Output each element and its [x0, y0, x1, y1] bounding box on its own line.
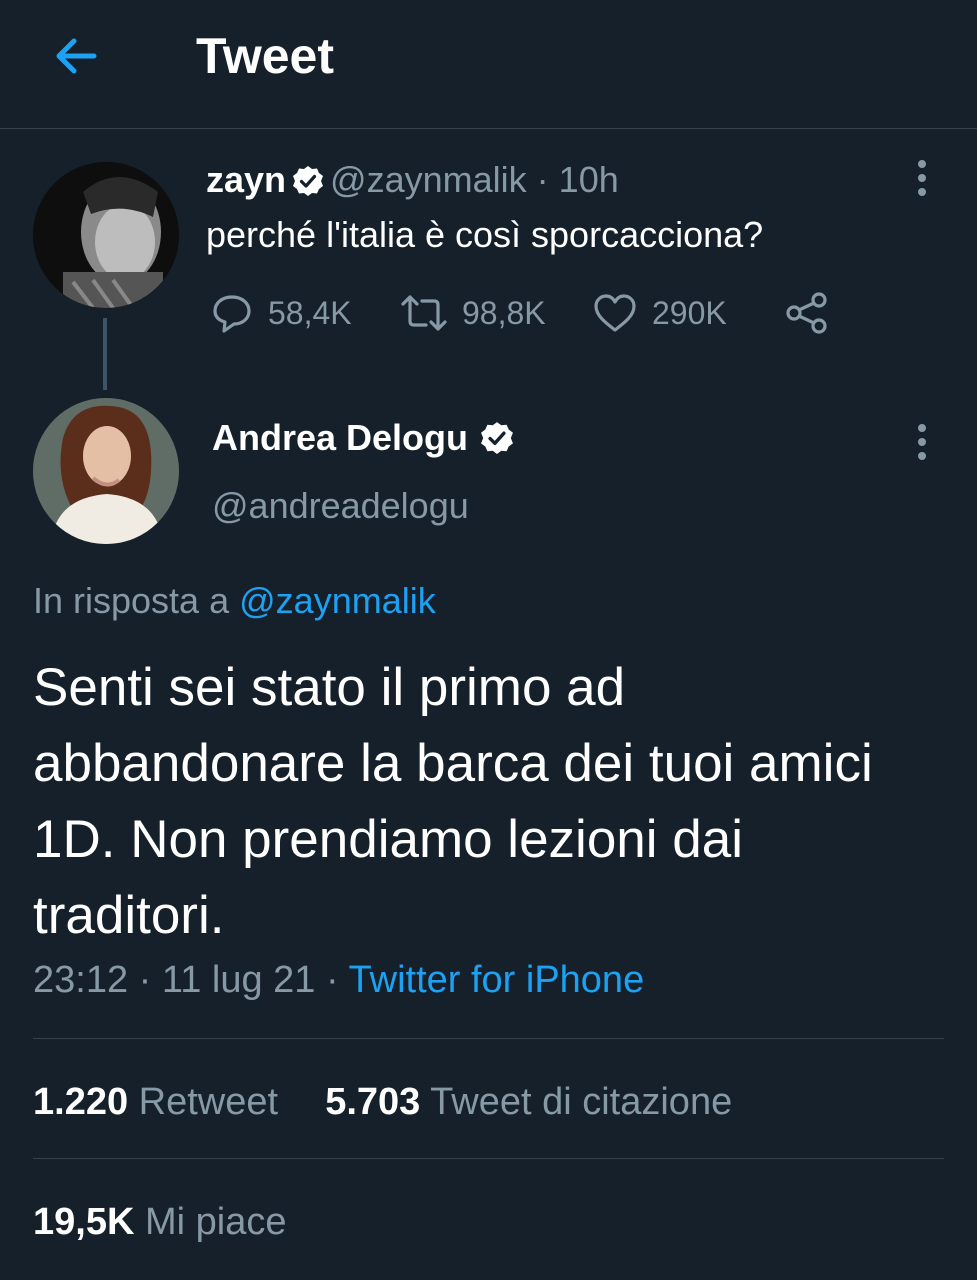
- retweet-count: 98,8K: [462, 294, 546, 331]
- engagement-stats: 1.220 Retweet 5.703 Tweet di citazione: [33, 1078, 732, 1126]
- back-button[interactable]: [50, 30, 102, 82]
- parent-tweet-header: zayn @zaynmalik · 10h: [206, 158, 619, 207]
- tweet-time: 23:12: [33, 959, 129, 1001]
- speech-bubble-icon: [213, 295, 251, 333]
- more-vertical-icon: [912, 160, 932, 196]
- zayn-avatar[interactable]: [33, 162, 179, 308]
- reply-prefix: In risposta a: [33, 580, 230, 621]
- top-bar: Tweet: [0, 0, 977, 129]
- parent-tweet-time: 10h: [558, 159, 619, 200]
- reply-button[interactable]: 58,4K: [210, 290, 352, 336]
- time-separator: ·: [536, 159, 549, 200]
- like-button[interactable]: 290K: [592, 290, 727, 336]
- avatar-photo: [33, 162, 179, 308]
- reply-context: In risposta a @zaynmalik: [33, 578, 436, 624]
- reply-to-handle-link[interactable]: @zaynmalik: [239, 580, 436, 621]
- main-tweet-text: Senti sei stato il primo ad abbandonare …: [33, 658, 873, 945]
- parent-author-handle[interactable]: @zaynmalik: [330, 159, 527, 200]
- like-total: 19,5K: [33, 1201, 135, 1243]
- like-count: 290K: [652, 294, 727, 331]
- likes-stat[interactable]: 19,5K Mi piace: [33, 1198, 286, 1246]
- page-title: Tweet: [196, 28, 334, 84]
- thread-connector: [103, 318, 107, 390]
- tweet-date: 11 lug 21: [161, 959, 316, 1001]
- share-button[interactable]: [784, 290, 830, 336]
- main-author-name[interactable]: Andrea Delogu: [212, 417, 468, 458]
- retweet-button[interactable]: 98,8K: [400, 290, 546, 336]
- divider: [33, 1158, 944, 1159]
- main-author-handle[interactable]: @andreadelogu: [212, 484, 469, 528]
- quote-total: 5.703: [325, 1081, 421, 1123]
- retweet-icon: [401, 295, 447, 331]
- reply-count: 58,4K: [268, 294, 352, 331]
- parent-tweet-text: perché l'italia è così sporcacciona?: [206, 214, 764, 255]
- share-icon: [786, 292, 827, 334]
- avatar-photo: [33, 398, 179, 544]
- parent-more-button[interactable]: [912, 160, 932, 210]
- verified-badge-icon: [480, 421, 514, 465]
- meta-separator: ·: [138, 959, 152, 1001]
- verified-badge-icon: [292, 163, 324, 207]
- retweet-total: 1.220: [33, 1081, 129, 1123]
- parent-author-name[interactable]: zayn: [206, 159, 286, 200]
- main-author-row: Andrea Delogu: [212, 416, 520, 465]
- like-label: Mi piace: [144, 1201, 287, 1243]
- tweet-source-link[interactable]: Twitter for iPhone: [349, 959, 645, 1001]
- quote-tweets-stat[interactable]: 5.703 Tweet di citazione: [325, 1081, 732, 1123]
- meta-separator: ·: [325, 959, 339, 1001]
- heart-icon: [594, 294, 636, 332]
- quote-label: Tweet di citazione: [430, 1081, 733, 1123]
- main-more-button[interactable]: [912, 424, 932, 474]
- arrow-left-icon: [56, 38, 97, 74]
- divider: [33, 1038, 944, 1039]
- more-vertical-icon: [912, 424, 932, 460]
- andrea-delogu-avatar[interactable]: [33, 398, 179, 544]
- retweets-stat[interactable]: 1.220 Retweet: [33, 1081, 278, 1123]
- retweet-label: Retweet: [138, 1081, 279, 1123]
- tweet-metadata: 23:12 · 11 lug 21 · Twitter for iPhone: [33, 956, 644, 1004]
